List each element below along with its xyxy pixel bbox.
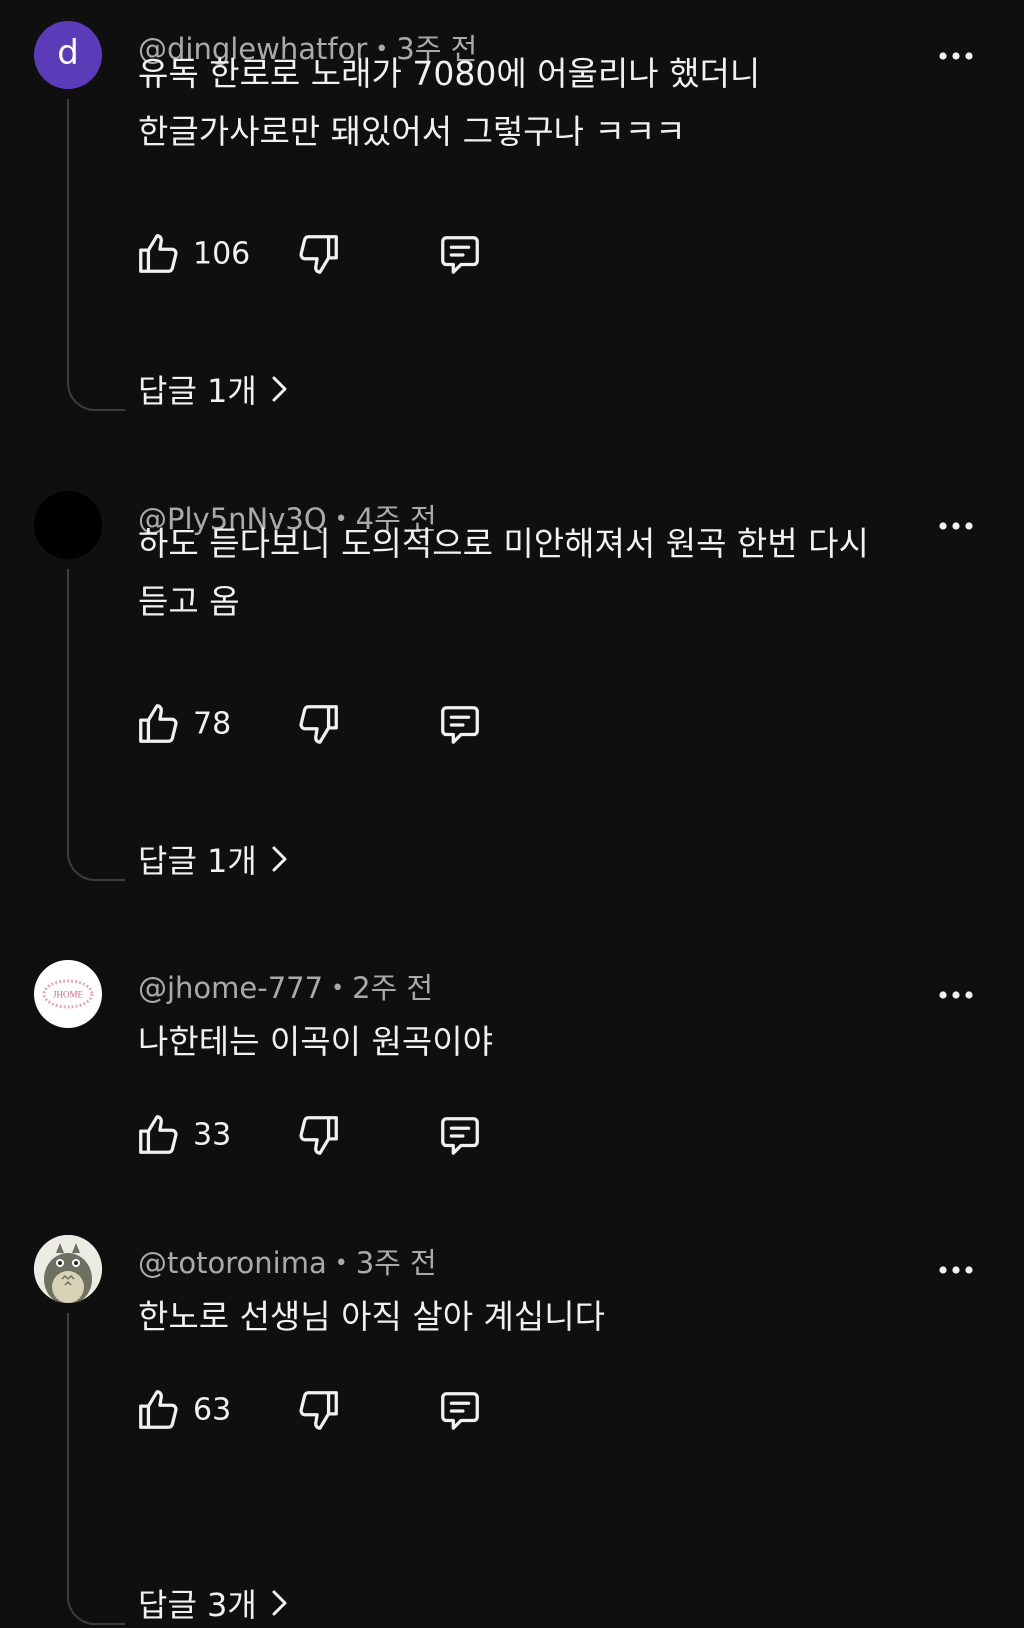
more-vert-icon[interactable] [938, 520, 974, 532]
view-replies-button[interactable]: 답글 1개 [138, 834, 291, 884]
like-count: 106 [193, 236, 251, 272]
thumbs-down-icon[interactable] [296, 1112, 342, 1158]
comment-actions: 63 [0, 1381, 1024, 1437]
like-count: 78 [193, 706, 232, 742]
chevron-right-icon [269, 844, 291, 874]
thumbs-down-icon[interactable] [296, 1387, 342, 1433]
replies-label: 답글 3개 [138, 1586, 257, 1624]
thumbs-up-icon[interactable] [135, 1387, 181, 1433]
thumbs-down-icon[interactable] [296, 231, 342, 277]
comment-actions: 106 [0, 225, 1024, 281]
svg-text:JHOME: JHOME [53, 990, 84, 1000]
more-vert-icon[interactable] [938, 989, 974, 1001]
avatar[interactable] [34, 1235, 102, 1303]
more-vert-icon[interactable] [938, 50, 974, 62]
comment-text: 나한테는 이곡이 원곡이야 [138, 1022, 493, 1061]
comment-time[interactable]: 2주 전 [352, 971, 433, 1005]
totoro-avatar-image [34, 1235, 102, 1303]
username[interactable]: @jhome-777 [138, 971, 323, 1005]
reply-icon[interactable] [437, 1387, 483, 1433]
like-count: 63 [193, 1392, 232, 1428]
avatar-letter: d [57, 33, 79, 73]
thumbs-up-icon[interactable] [135, 701, 181, 747]
thumbs-up-icon[interactable] [135, 1112, 181, 1158]
replies-label: 답글 1개 [138, 372, 257, 410]
like-count: 33 [193, 1117, 232, 1153]
comment-text: 유독 한로로 노래가 7080에 어울리나 했더니 한글가사로만 돼있어서 그렇… [138, 54, 761, 151]
comment-meta: @jhome-777 • 2주 전 [138, 965, 433, 1007]
jhome-logo: JHOME [42, 979, 94, 1009]
thumbs-up-icon[interactable] [135, 231, 181, 277]
comment-actions: 78 [0, 695, 1024, 751]
reply-icon[interactable] [437, 1112, 483, 1158]
avatar[interactable] [34, 491, 102, 559]
comment-actions: 33 [0, 1106, 1024, 1162]
comment-text: 한노로 선생님 아직 살아 계십니다 [138, 1297, 605, 1336]
chevron-right-icon [269, 374, 291, 404]
thumbs-down-icon[interactable] [296, 701, 342, 747]
comment-meta: @totoronima • 3주 전 [138, 1240, 437, 1282]
view-replies-button[interactable]: 답글 3개 [138, 1578, 291, 1628]
username[interactable]: @totoronima [138, 1246, 327, 1280]
reply-icon[interactable] [437, 231, 483, 277]
avatar[interactable]: JHOME [34, 960, 102, 1028]
avatar[interactable]: d [34, 21, 102, 89]
chevron-right-icon [269, 1588, 291, 1618]
reply-thread-line [67, 1313, 125, 1625]
comment-text: 하도 듣다보니 도의적으로 미안해져서 원곡 한번 다시 듣고 옴 [138, 524, 869, 621]
view-replies-button[interactable]: 답글 1개 [138, 364, 291, 414]
separator-dot: • [334, 1251, 348, 1276]
more-vert-icon[interactable] [938, 1264, 974, 1276]
replies-label: 답글 1개 [138, 842, 257, 880]
comment-time[interactable]: 3주 전 [356, 1246, 437, 1280]
reply-icon[interactable] [437, 701, 483, 747]
separator-dot: • [331, 976, 345, 1001]
